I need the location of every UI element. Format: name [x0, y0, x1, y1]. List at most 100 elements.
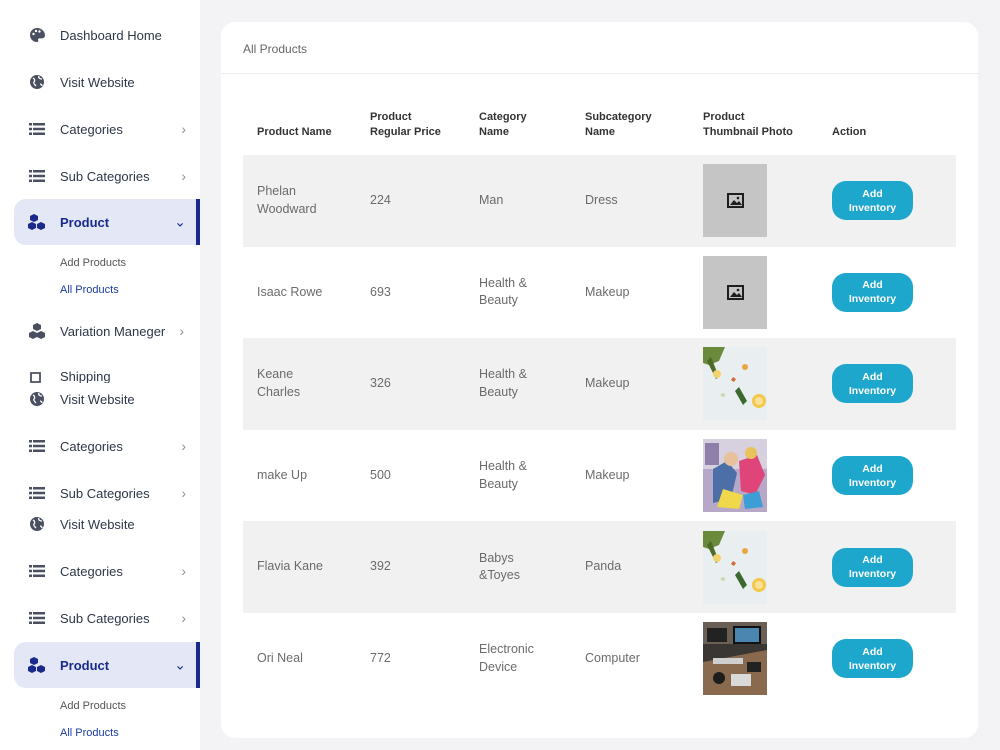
submenu-all-products[interactable]: All Products	[60, 284, 119, 296]
submenu-add-products[interactable]: Add Products	[60, 700, 126, 712]
globe-icon	[28, 390, 46, 408]
placeholder-image-icon	[703, 164, 767, 238]
sidebar-item-categories[interactable]: Categories ›	[14, 106, 200, 152]
globe-icon	[28, 515, 46, 533]
add-inventory-button[interactable]: Add Inventory	[832, 639, 913, 679]
cell-subcategory: Dress	[585, 193, 618, 208]
table-row: make Up 500 Health & Beauty Makeup Add I…	[243, 430, 956, 522]
sidebar-item-variation-maneger[interactable]: Variation Maneger ›	[14, 308, 200, 354]
col-regular-price: Product Regular Price	[370, 111, 441, 138]
list-icon	[28, 167, 46, 185]
sidebar-item-label: Categories	[60, 438, 123, 454]
table-row: Keane Charles 326 Health & Beauty Makeup…	[243, 338, 956, 430]
sidebar-item-visit-website[interactable]: Visit Website	[14, 501, 200, 547]
cell-price: 392	[370, 559, 391, 574]
product-thumbnail-image	[703, 347, 767, 421]
list-icon	[28, 120, 46, 138]
add-inventory-button[interactable]: Add Inventory	[832, 456, 913, 496]
cell-product-name: Flavia Kane	[257, 559, 324, 574]
products-card: All Products Product Name Product Regular…	[221, 22, 978, 738]
col-category-name: Category Name	[479, 111, 527, 138]
cubes-icon	[28, 213, 46, 231]
cubes-icon	[28, 656, 46, 674]
sidebar-item-visit-website[interactable]: Visit Website	[14, 376, 200, 422]
table-row: Flavia Kane 392 Babys &Toyes Panda Add I…	[243, 521, 956, 613]
sidebar-item-sub-categories[interactable]: Sub Categories ›	[14, 153, 200, 199]
sidebar-item-product[interactable]: Product ⌄	[14, 642, 200, 688]
product-thumbnail-image	[703, 439, 767, 513]
cell-product-name: Keane Charles	[257, 367, 301, 399]
add-inventory-button[interactable]: Add Inventory	[832, 547, 913, 587]
table-row: Phelan Woodward 224 Man Dress Add Invent…	[243, 155, 956, 247]
submenu-all-products[interactable]: All Products	[60, 727, 119, 739]
globe-icon	[28, 73, 46, 91]
cell-subcategory: Computer	[585, 651, 640, 666]
sidebar-item-label: Sub Categories	[60, 168, 150, 184]
list-icon	[28, 484, 46, 502]
sidebar-item-visit-website[interactable]: Visit Website	[14, 59, 200, 105]
chevron-right-icon: ›	[181, 168, 186, 184]
cell-price: 224	[370, 193, 391, 208]
cell-product-name: Ori Neal	[257, 651, 303, 666]
chevron-right-icon: ›	[181, 563, 186, 579]
cell-category: Health & Beauty	[479, 459, 527, 491]
sidebar-item-label: Visit Website	[60, 74, 135, 90]
sidebar-item-label: Sub Categories	[60, 485, 150, 501]
cell-category: Man	[479, 193, 504, 208]
list-icon	[28, 437, 46, 455]
col-subcategory-name: Subcategory Name	[585, 111, 652, 138]
products-table: Product Name Product Regular Price Catego…	[243, 105, 956, 705]
sidebar-item-label: Sub Categories	[60, 610, 150, 626]
cell-price: 500	[370, 467, 391, 482]
chevron-right-icon: ›	[181, 438, 186, 454]
cell-product-name: Isaac Rowe	[257, 284, 323, 299]
sidebar-item-dashboard-home[interactable]: Dashboard Home	[14, 12, 200, 58]
chevron-down-icon: ⌄	[174, 213, 186, 230]
col-thumbnail: Product Thumbnail Photo	[703, 111, 793, 138]
add-inventory-button[interactable]: Add Inventory	[832, 181, 913, 221]
sidebar-item-label: Product	[60, 657, 110, 673]
submenu-add-products[interactable]: Add Products	[60, 257, 126, 269]
col-product-name: Product Name	[257, 126, 332, 138]
cell-product-name: make Up	[257, 467, 308, 482]
cubes-icon	[28, 322, 46, 340]
chevron-right-icon: ›	[181, 485, 186, 501]
table-header-row: Product Name Product Regular Price Catego…	[243, 105, 956, 155]
placeholder-image-icon	[703, 255, 767, 329]
chevron-right-icon: ›	[181, 610, 186, 626]
cell-subcategory: Makeup	[585, 284, 630, 299]
cell-price: 326	[370, 376, 391, 391]
cell-category: Babys &Toyes	[479, 550, 520, 583]
list-icon	[28, 562, 46, 580]
sidebar-item-categories[interactable]: Categories ›	[14, 423, 200, 469]
cell-price: 693	[370, 284, 391, 299]
add-inventory-button[interactable]: Add Inventory	[832, 364, 913, 404]
sidebar-item-label: Variation Maneger	[60, 323, 166, 339]
sidebar-item-label: Categories	[60, 121, 123, 137]
add-inventory-button[interactable]: Add Inventory	[832, 272, 913, 312]
product-thumbnail-image	[703, 530, 767, 604]
cell-category: Health & Beauty	[479, 367, 527, 399]
sidebar-item-label: Visit Website	[60, 391, 135, 407]
sidebar-item-label: Product	[60, 214, 110, 230]
cell-product-name: Phelan Woodward	[257, 184, 317, 216]
sidebar-item-label: Visit Website	[60, 516, 135, 532]
sidebar: Dashboard Home Visit Website Categories …	[0, 0, 200, 750]
cell-category: Electronic Device	[479, 642, 534, 674]
palette-icon	[28, 26, 46, 44]
table-row: Ori Neal 772 Electronic Device Computer …	[243, 613, 956, 705]
cell-price: 772	[370, 651, 391, 666]
col-action: Action	[832, 126, 867, 138]
sidebar-item-sub-categories[interactable]: Sub Categories ›	[14, 595, 200, 641]
sidebar-item-label: Dashboard Home	[60, 27, 162, 43]
chevron-right-icon: ›	[181, 121, 186, 137]
chevron-right-icon: ›	[179, 323, 184, 339]
sidebar-item-label: Categories	[60, 563, 123, 579]
page-title: All Products	[221, 22, 978, 74]
cell-category: Health & Beauty	[479, 275, 527, 308]
product-thumbnail-image	[703, 622, 767, 696]
cell-subcategory: Panda	[585, 559, 622, 574]
cell-subcategory: Makeup	[585, 467, 630, 482]
sidebar-item-product[interactable]: Product ⌄	[14, 199, 200, 245]
sidebar-item-categories[interactable]: Categories ›	[14, 548, 200, 594]
